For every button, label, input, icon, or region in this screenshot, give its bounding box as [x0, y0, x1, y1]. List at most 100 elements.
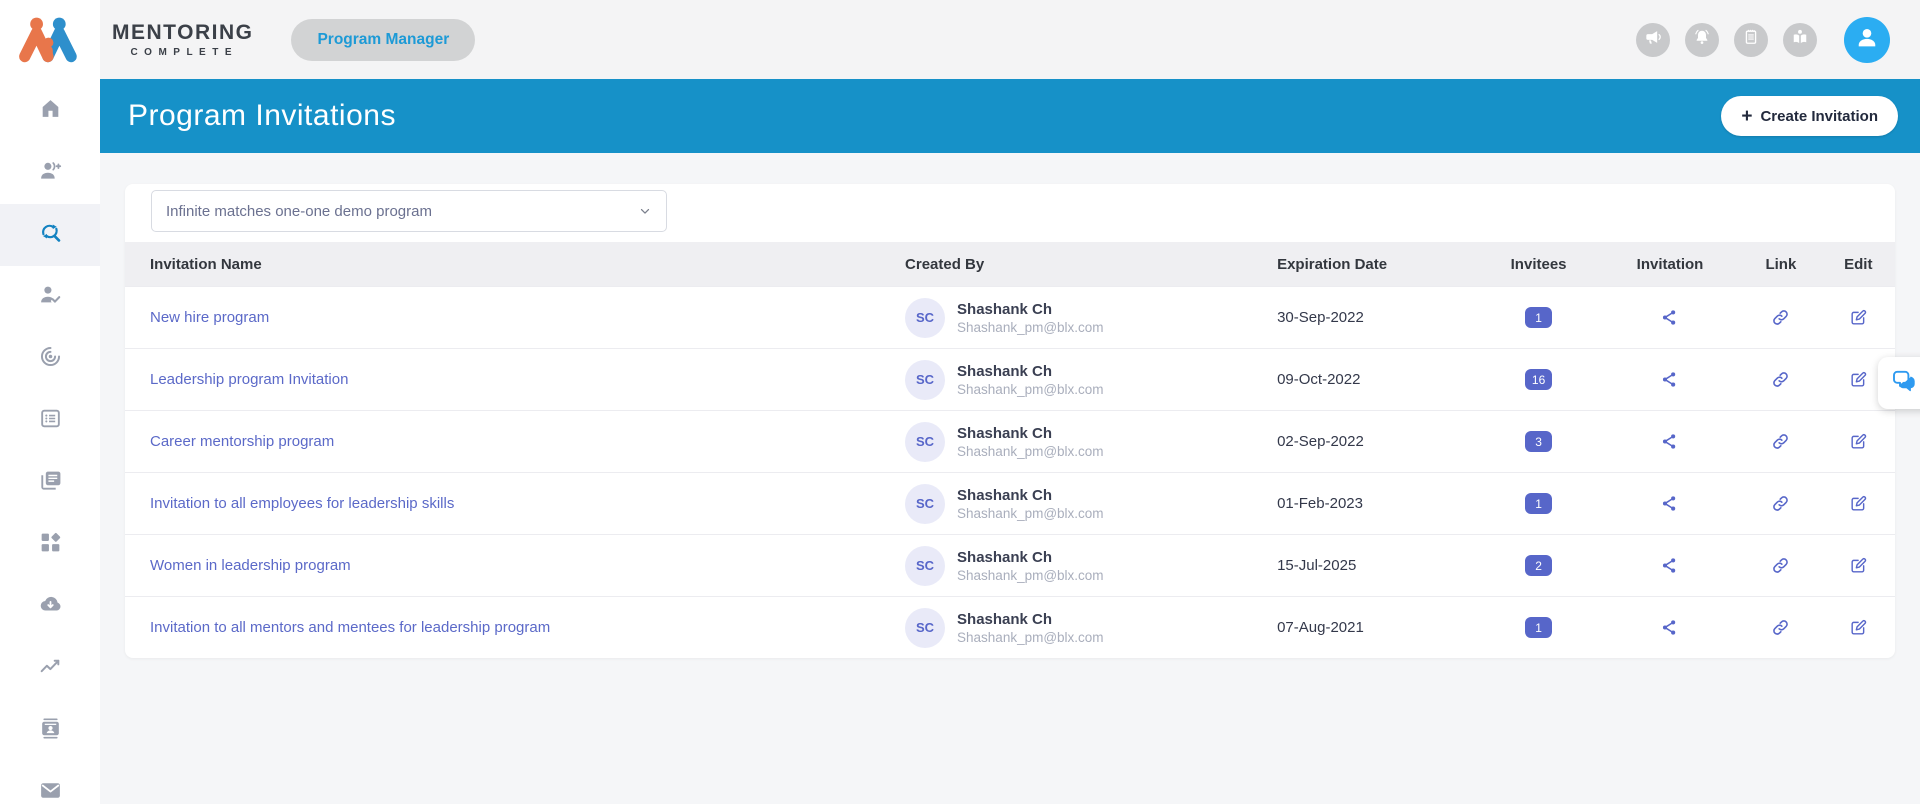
page-title: Program Invitations	[128, 99, 396, 132]
edit-invitation-icon[interactable]	[1849, 556, 1868, 575]
copy-link-icon[interactable]	[1771, 370, 1790, 389]
training-button[interactable]	[1783, 22, 1817, 57]
user-check-icon	[38, 282, 63, 312]
sidebar-item-mail[interactable]	[0, 762, 100, 804]
col-expiration-date: Expiration Date	[1277, 255, 1388, 273]
invitation-name-link[interactable]: Invitation to all employees for leadersh…	[150, 495, 454, 512]
creator-email: Shashank_pm@blx.com	[957, 319, 1104, 335]
brand-logo[interactable]	[0, 0, 100, 80]
invitees-count-badge[interactable]: 1	[1525, 493, 1553, 514]
copy-link-icon[interactable]	[1771, 494, 1790, 513]
book-reader-icon	[1790, 27, 1810, 52]
creator-name: Shashank Ch	[957, 424, 1053, 442]
invitees-count-badge[interactable]: 3	[1525, 431, 1553, 452]
sidebar-item-cloud-download[interactable]	[0, 576, 100, 638]
bell-icon	[1692, 27, 1712, 52]
library-copies-icon	[38, 468, 63, 498]
sidebar-item-reports[interactable]	[0, 638, 100, 700]
creator-name: Shashank Ch	[957, 610, 1053, 628]
goals-spiral-icon	[38, 344, 63, 374]
share-invitation-icon[interactable]	[1660, 556, 1679, 575]
invitees-count-badge[interactable]: 16	[1524, 369, 1553, 390]
brand-subname: COMPLETE	[130, 46, 238, 58]
expiration-date: 01-Feb-2023	[1277, 495, 1363, 512]
share-invitation-icon[interactable]	[1660, 432, 1679, 451]
expiration-date: 02-Sep-2022	[1277, 433, 1364, 450]
invitees-count-badge[interactable]: 2	[1525, 555, 1553, 576]
mail-icon	[38, 778, 63, 804]
sidebar-item-contact-card[interactable]	[0, 700, 100, 762]
invitation-name-link[interactable]: Career mentorship program	[150, 433, 334, 450]
topbar-actions	[1621, 16, 1890, 63]
sidebar-item-forms[interactable]	[0, 390, 100, 452]
copy-link-icon[interactable]	[1771, 618, 1790, 637]
invitation-name-link[interactable]: Women in leadership program	[150, 557, 351, 574]
sidebar-item-add-user[interactable]	[0, 142, 100, 204]
sidebar-item-user-check[interactable]	[0, 266, 100, 328]
creator-email: Shashank_pm@blx.com	[957, 629, 1104, 645]
sidebar-item-matching[interactable]	[0, 204, 100, 266]
invitation-name-link[interactable]: New hire program	[150, 309, 269, 326]
expiration-date: 15-Jul-2025	[1277, 557, 1357, 574]
sidebar	[0, 0, 100, 804]
creator-name: Shashank Ch	[957, 548, 1053, 566]
invitees-count-badge[interactable]: 1	[1525, 617, 1553, 638]
share-invitation-icon[interactable]	[1660, 370, 1679, 389]
creator-initials-avatar: SC	[905, 297, 946, 338]
widgets-grid-icon	[38, 530, 63, 560]
table-row: Invitation to all employees for leadersh…	[125, 472, 1895, 534]
sidebar-item-widgets[interactable]	[0, 514, 100, 576]
creator-email: Shashank_pm@blx.com	[957, 505, 1104, 521]
edit-invitation-icon[interactable]	[1849, 618, 1868, 637]
invitations-card: Infinite matches one-one demo program In…	[125, 184, 1895, 658]
invitation-name-link[interactable]: Leadership program Invitation	[150, 371, 348, 388]
notifications-button[interactable]	[1685, 22, 1719, 57]
user-icon	[1853, 23, 1881, 56]
edit-invitation-icon[interactable]	[1849, 308, 1868, 327]
role-badge[interactable]: Program Manager	[291, 18, 476, 61]
create-invitation-button[interactable]: + Create Invitation	[1721, 96, 1898, 136]
topbar: MENTORING COMPLETE Program Manager	[100, 0, 1920, 79]
invitees-count-badge[interactable]: 1	[1525, 307, 1553, 328]
share-invitation-icon[interactable]	[1660, 308, 1679, 327]
col-invitation-name: Invitation Name	[150, 255, 262, 273]
creator-initials-avatar: SC	[905, 421, 946, 462]
creator-initials-avatar: SC	[905, 359, 946, 400]
copy-link-icon[interactable]	[1771, 556, 1790, 575]
copy-link-icon[interactable]	[1771, 432, 1790, 451]
sidebar-nav	[0, 80, 100, 804]
home-icon	[38, 96, 63, 126]
creator-name: Shashank Ch	[957, 362, 1053, 380]
sidebar-item-library[interactable]	[0, 452, 100, 514]
edit-invitation-icon[interactable]	[1849, 370, 1868, 389]
creator-email: Shashank_pm@blx.com	[957, 443, 1104, 459]
invitation-name-link[interactable]: Invitation to all mentors and mentees fo…	[150, 619, 550, 636]
sidebar-item-goals[interactable]	[0, 328, 100, 390]
chat-widget-button[interactable]	[1878, 357, 1920, 409]
col-link: Link	[1765, 255, 1797, 273]
plus-icon: +	[1741, 105, 1753, 127]
user-avatar[interactable]	[1844, 16, 1890, 63]
creator-name: Shashank Ch	[957, 300, 1053, 318]
notes-button[interactable]	[1734, 22, 1768, 57]
creator-email: Shashank_pm@blx.com	[957, 567, 1104, 583]
announcements-button[interactable]	[1636, 22, 1670, 57]
share-invitation-icon[interactable]	[1660, 494, 1679, 513]
sidebar-item-home[interactable]	[0, 80, 100, 142]
expiration-date: 09-Oct-2022	[1277, 371, 1361, 388]
col-created-by: Created By	[905, 255, 985, 273]
edit-invitation-icon[interactable]	[1849, 494, 1868, 513]
creator-initials-avatar: SC	[905, 545, 946, 586]
trend-chart-icon	[38, 654, 63, 684]
program-select[interactable]: Infinite matches one-one demo program	[151, 190, 667, 232]
table-header-row: Invitation Name Created By Expiration Da…	[125, 242, 1895, 286]
page-header: Program Invitations + Create Invitation	[100, 79, 1920, 153]
copy-link-icon[interactable]	[1771, 308, 1790, 327]
brand-wordmark: MENTORING COMPLETE	[112, 21, 253, 57]
create-invitation-label: Create Invitation	[1760, 107, 1878, 125]
edit-invitation-icon[interactable]	[1849, 432, 1868, 451]
share-invitation-icon[interactable]	[1660, 618, 1679, 637]
add-user-icon	[38, 158, 63, 188]
notepad-icon	[1741, 27, 1761, 52]
forms-list-icon	[38, 406, 63, 436]
